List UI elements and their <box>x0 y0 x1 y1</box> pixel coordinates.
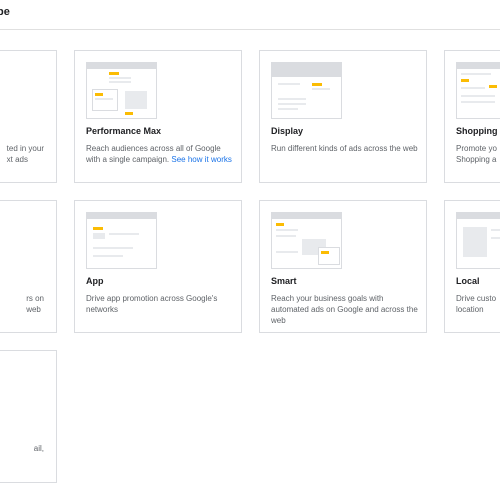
campaign-type-performance-max-card[interactable]: Performance Max Reach audiences across a… <box>74 50 242 183</box>
smart-thumbnail <box>271 212 342 269</box>
card-description: Reach your business goals with automated… <box>271 294 418 325</box>
card-title: App <box>86 276 104 286</box>
page-title: pe <box>0 6 10 18</box>
campaign-type-search-card[interactable]: ted in your xt ads <box>0 50 57 183</box>
card-description: Drive custo location <box>456 294 497 314</box>
card-title: Display <box>271 126 304 136</box>
campaign-type-smart-card[interactable]: Smart Reach your business goals with aut… <box>259 200 427 333</box>
card-description: ted in your xt ads <box>6 144 44 164</box>
campaign-type-display-card[interactable]: Display Run different kinds of ads acros… <box>259 50 427 183</box>
campaign-type-shopping-card[interactable]: Shopping Promote yo Shopping a <box>444 50 500 183</box>
local-thumbnail <box>456 212 500 269</box>
see-how-it-works-link[interactable]: See how it works <box>171 155 231 164</box>
card-description: ail, <box>33 444 44 453</box>
campaign-type-discovery-card[interactable]: ail, <box>0 350 57 483</box>
card-title: Shopping <box>456 126 498 136</box>
card-title: Smart <box>271 276 297 286</box>
card-description: Drive app promotion across Google's netw… <box>86 294 218 314</box>
card-description: Run different kinds of ads across the we… <box>271 144 418 153</box>
shopping-thumbnail <box>456 62 500 119</box>
campaign-type-app-card[interactable]: App Drive app promotion across Google's … <box>74 200 242 333</box>
campaign-type-video-card[interactable]: rs on web <box>0 200 57 333</box>
card-title: Local <box>456 276 480 286</box>
app-thumbnail <box>86 212 157 269</box>
display-thumbnail <box>271 62 342 119</box>
card-title: Performance Max <box>86 126 162 136</box>
campaign-type-local-card[interactable]: Local Drive custo location <box>444 200 500 333</box>
card-description: Reach audiences across all of Google wit… <box>86 144 232 164</box>
performance-max-thumbnail <box>86 62 157 119</box>
card-description: Promote yo Shopping a <box>456 144 497 164</box>
card-description: rs on web <box>26 294 44 314</box>
header-divider <box>0 29 500 30</box>
